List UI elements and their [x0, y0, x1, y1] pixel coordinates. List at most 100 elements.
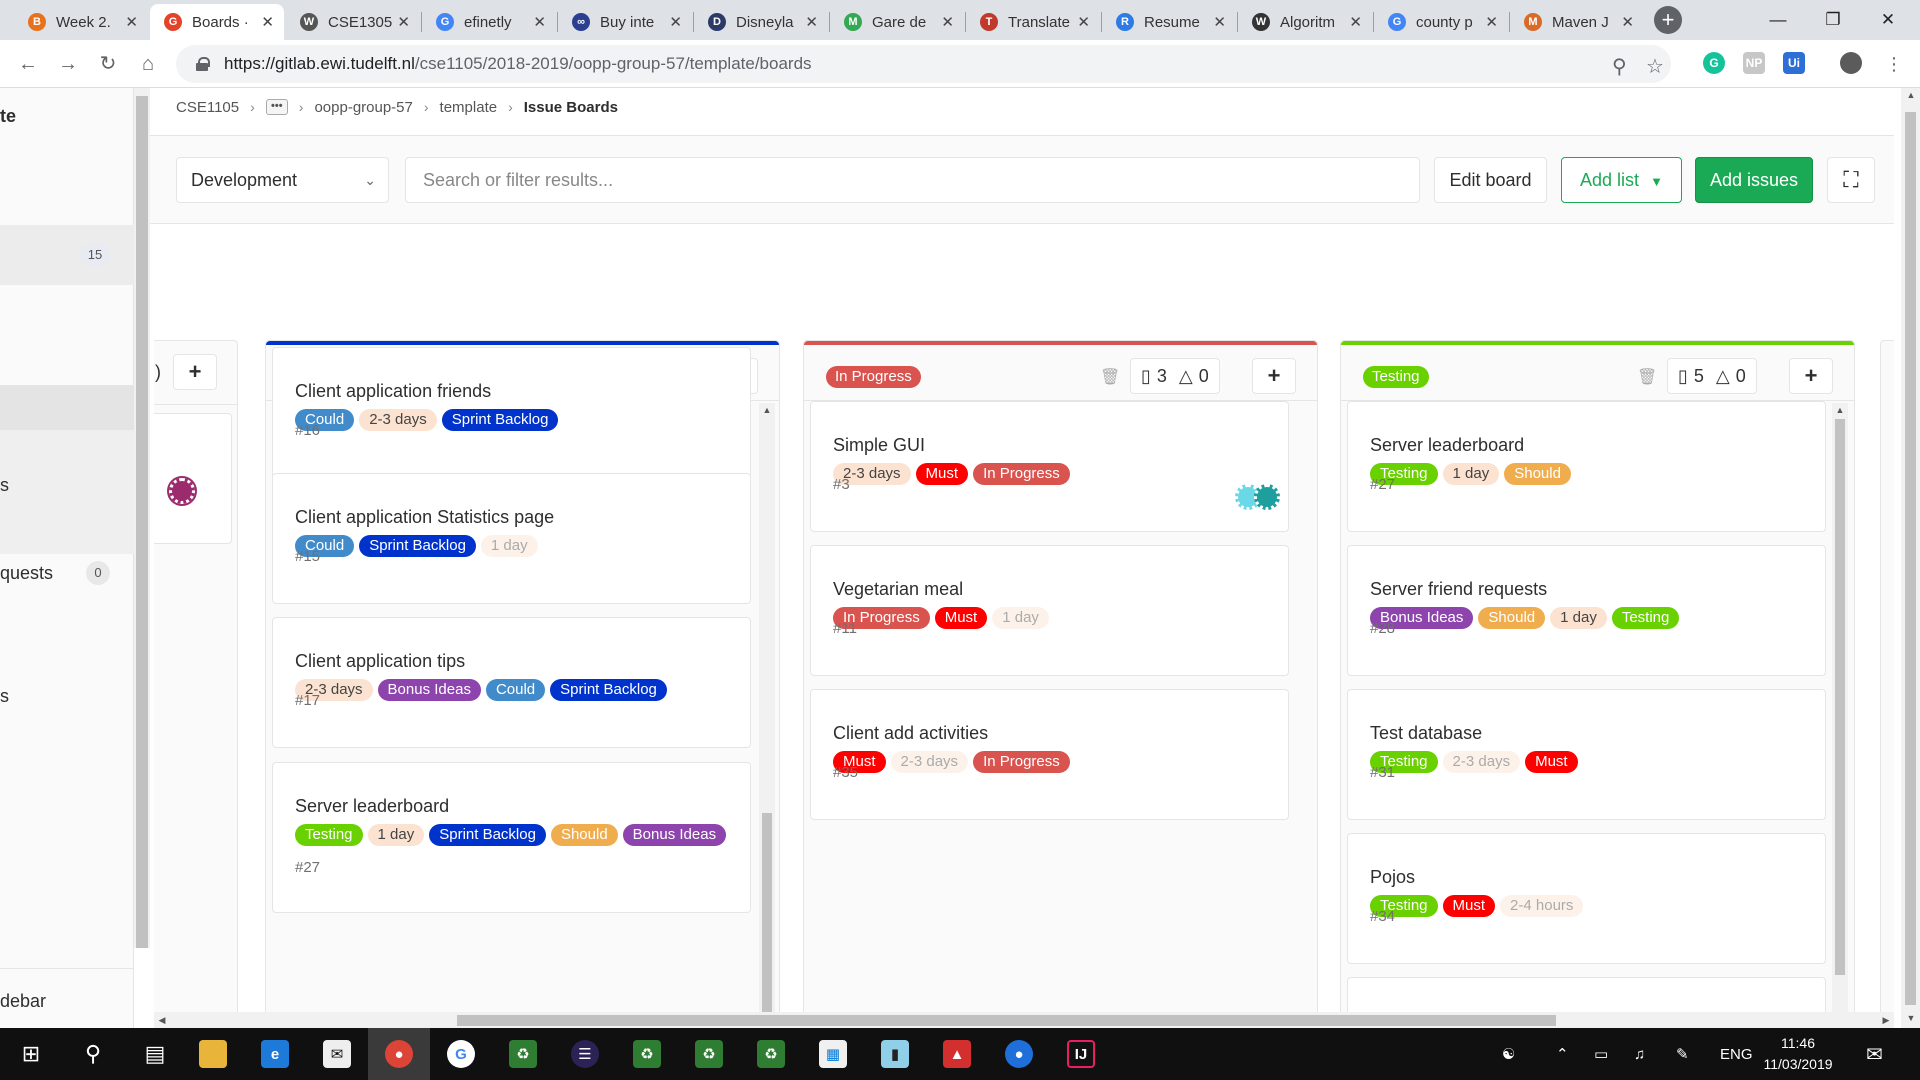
- sidebar-item-fragment[interactable]: s: [0, 475, 134, 496]
- issue-card[interactable]: Simple GUI 2-3 days Must In Progress #3: [810, 401, 1289, 532]
- browser-tab[interactable]: ∞ Buy inte ✕: [558, 4, 692, 40]
- scroll-down-arrow[interactable]: ▼: [1903, 1013, 1919, 1023]
- sidebar-item-merge-requests[interactable]: quests 0: [0, 561, 134, 585]
- acrobat-icon[interactable]: ▲: [926, 1028, 988, 1080]
- close-icon[interactable]: ✕: [533, 13, 546, 31]
- add-list-dropdown[interactable]: Add list ▼: [1561, 157, 1682, 203]
- pen-icon[interactable]: ✎: [1676, 1028, 1689, 1080]
- add-issues-button[interactable]: Add issues: [1695, 157, 1813, 203]
- close-icon[interactable]: ✕: [125, 13, 138, 31]
- eclipse-icon[interactable]: ☰: [554, 1028, 616, 1080]
- store-icon[interactable]: ▦: [802, 1028, 864, 1080]
- issue-card[interactable]: Client application tips 2-3 days Bonus Ide…: [272, 617, 751, 748]
- chrome-menu-icon[interactable]: ⋮: [1880, 50, 1908, 78]
- chrome-taskbar-icon[interactable]: ●: [368, 1028, 430, 1080]
- system-clock[interactable]: 11:46 11/03/2019: [1762, 1033, 1834, 1075]
- issue-title[interactable]: Client application tips: [295, 651, 465, 672]
- sidebar-item-boards[interactable]: [0, 385, 134, 430]
- minimize-button[interactable]: —: [1758, 6, 1798, 34]
- scrollbar-thumb[interactable]: [457, 1015, 1556, 1026]
- windows-start-icon[interactable]: ⊞: [0, 1028, 62, 1080]
- page-scrollbar[interactable]: ▲ ▼: [1901, 88, 1920, 1028]
- scroll-left-arrow[interactable]: ◀: [154, 1015, 170, 1026]
- browser-tab[interactable]: B Week 2. ✕: [14, 4, 148, 40]
- issue-label[interactable]: 1 day: [1550, 607, 1607, 629]
- list-label-badge[interactable]: Testing: [1363, 366, 1429, 388]
- issue-label[interactable]: 1 day: [992, 607, 1049, 629]
- sidebar-project-title[interactable]: te: [0, 106, 134, 127]
- delete-list-icon[interactable]: 🗑: [1100, 367, 1120, 386]
- issue-card[interactable]: Client application friends Could 2-3 days S…: [272, 347, 751, 478]
- intellij-icon[interactable]: IJ: [1050, 1028, 1112, 1080]
- issue-label[interactable]: Could: [485, 679, 546, 701]
- collapse-sidebar-button[interactable]: debar: [0, 991, 134, 1012]
- back-button[interactable]: ←: [14, 50, 42, 78]
- issue-label[interactable]: Bonus Ideas: [377, 679, 481, 701]
- issue-title[interactable]: Vegetarian meal: [833, 579, 963, 600]
- url-text[interactable]: https://gitlab.ewi.tudelft.nl/cse1105/20…: [224, 54, 812, 74]
- address-bar[interactable]: https://gitlab.ewi.tudelft.nl/cse1105/20…: [176, 45, 1671, 83]
- scrollbar-thumb[interactable]: [762, 813, 772, 1028]
- issue-label[interactable]: Sprint Backlog: [429, 824, 546, 846]
- list-add-issue-button[interactable]: +: [1252, 358, 1296, 394]
- tray-expand-icon[interactable]: ⌃: [1556, 1028, 1569, 1080]
- issue-label[interactable]: Must: [934, 607, 988, 629]
- list-scrollbar[interactable]: ▲▼: [759, 403, 775, 1028]
- filter-search-input[interactable]: Search or filter results...: [405, 157, 1420, 203]
- issue-label[interactable]: Should: [1478, 607, 1546, 629]
- scroll-up-arrow[interactable]: ▲: [1903, 90, 1919, 100]
- breadcrumb-project[interactable]: oopp-group-57: [314, 99, 412, 116]
- issue-label[interactable]: Sprint Backlog: [441, 409, 559, 431]
- issue-label[interactable]: 1 day: [1442, 463, 1500, 485]
- close-icon[interactable]: ✕: [1213, 13, 1226, 31]
- volume-icon[interactable]: ♫: [1634, 1028, 1645, 1080]
- mail-icon[interactable]: ✉: [306, 1028, 368, 1080]
- issue-card[interactable]: Server friend requests Bonus Ideas Should 1…: [1347, 545, 1826, 676]
- issue-label[interactable]: Must: [1525, 751, 1578, 773]
- sidebar-item-issues[interactable]: 15: [0, 225, 134, 285]
- recycle-app-icon[interactable]: ♻: [678, 1028, 740, 1080]
- board-horizontal-scrollbar[interactable]: ◀ ▶: [154, 1012, 1894, 1028]
- list-add-issue-button[interactable]: +: [1789, 358, 1833, 394]
- search-icon[interactable]: ⚲: [62, 1028, 124, 1080]
- close-icon[interactable]: ✕: [1621, 13, 1634, 31]
- recycle-app-icon[interactable]: ♻: [492, 1028, 554, 1080]
- maps-pin-icon[interactable]: ●: [988, 1028, 1050, 1080]
- breadcrumb-group[interactable]: CSE1105: [176, 99, 239, 116]
- issue-label[interactable]: In Progress: [973, 463, 1070, 485]
- issue-title[interactable]: Pojos: [1370, 867, 1415, 888]
- edit-board-button[interactable]: Edit board: [1434, 157, 1547, 203]
- issue-title[interactable]: Client application Statistics page: [295, 507, 554, 528]
- scrollbar-thumb[interactable]: [1835, 419, 1845, 975]
- task-view-icon[interactable]: ▤: [124, 1028, 186, 1080]
- issue-label[interactable]: 2-3 days: [1442, 751, 1521, 773]
- bookmark-star-icon[interactable]: ☆: [1646, 54, 1664, 79]
- np-extension-icon[interactable]: NP: [1743, 52, 1765, 74]
- issue-label[interactable]: Testing: [295, 824, 363, 846]
- delete-list-icon[interactable]: 🗑: [1637, 367, 1657, 386]
- chrome-profile-taskbar-icon[interactable]: G: [430, 1028, 492, 1080]
- issue-card[interactable]: Client add activities Must 2-3 days In Prog…: [810, 689, 1289, 820]
- fullscreen-icon[interactable]: ⛶: [1827, 157, 1875, 203]
- issue-title[interactable]: Simple GUI: [833, 435, 925, 456]
- issue-label[interactable]: Must: [1442, 895, 1496, 917]
- scrollbar-thumb[interactable]: [1905, 112, 1916, 1005]
- grammarly-icon[interactable]: G: [1703, 52, 1725, 74]
- browser-tab[interactable]: M Maven J ✕: [1510, 4, 1644, 40]
- scrollbar-thumb[interactable]: [136, 96, 148, 948]
- recycle-app-icon[interactable]: ♻: [740, 1028, 802, 1080]
- scroll-up-arrow[interactable]: ▲: [759, 405, 775, 415]
- close-icon[interactable]: ✕: [261, 13, 274, 31]
- issue-label[interactable]: In Progress: [973, 751, 1070, 773]
- reload-button[interactable]: ↻: [94, 50, 122, 78]
- close-window-button[interactable]: ✕: [1868, 6, 1908, 34]
- maximize-button[interactable]: ❐: [1813, 6, 1853, 34]
- issue-label[interactable]: Sprint Backlog: [359, 535, 476, 557]
- browser-tab[interactable]: G Boards · ✕: [150, 4, 284, 40]
- close-icon[interactable]: ✕: [669, 13, 682, 31]
- issue-card[interactable]: [154, 413, 232, 544]
- issue-label[interactable]: 1 day: [367, 824, 425, 846]
- browser-tab[interactable]: W CSE1305 ✕: [286, 4, 420, 40]
- issue-label[interactable]: Bonus Ideas: [622, 824, 727, 846]
- language-indicator[interactable]: ENG: [1720, 1028, 1753, 1080]
